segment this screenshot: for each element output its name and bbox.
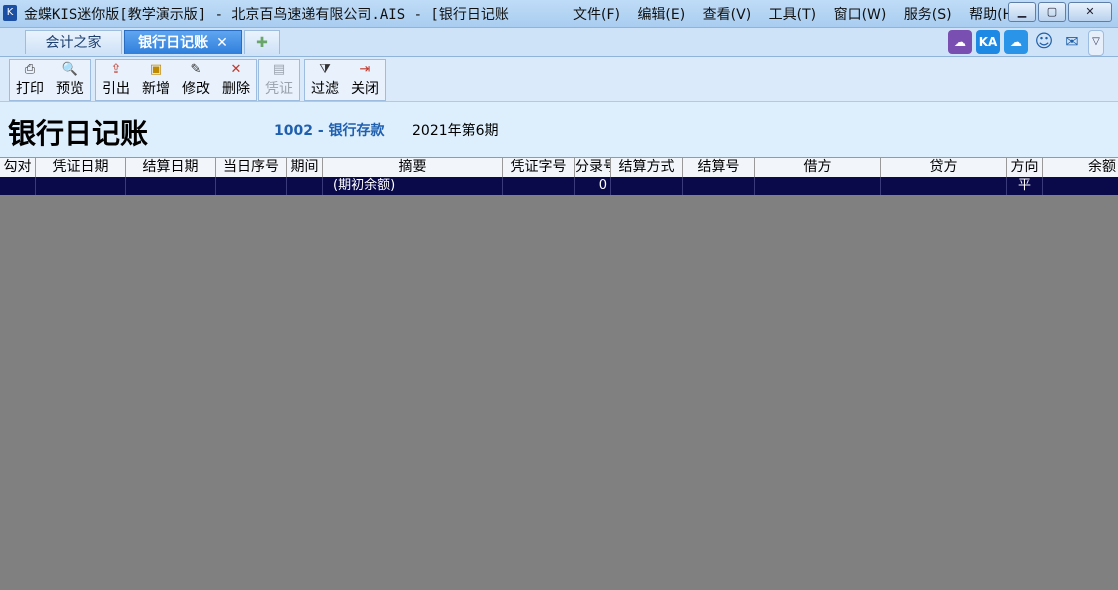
period-label: 2021年第6期 [412, 123, 499, 139]
tab-label: 会计之家 [45, 35, 102, 51]
column-header[interactable]: 结算方式 [611, 158, 683, 177]
column-header[interactable]: 借方 [755, 158, 881, 177]
table-cell[interactable] [755, 177, 881, 195]
menu-bar: 文件(F) 编辑(E) 查看(V) 工具(T) 窗口(W) 服务(S) 帮助(H… [573, 4, 1032, 24]
smiley-icon[interactable]: ☺ [1032, 30, 1056, 54]
title-bar: K 金蝶KIS迷你版[教学演示版] - 北京百鸟速递有限公司.AIS - [银行… [0, 0, 1118, 28]
minimize-icon[interactable]: ▁ [1008, 2, 1036, 22]
close-button[interactable]: ⇥ 关闭 [345, 60, 385, 100]
table-cell[interactable] [126, 177, 216, 195]
menu-edit[interactable]: 编辑(E) [637, 4, 685, 24]
preview-button[interactable]: 🔍 预览 [50, 60, 90, 100]
table-cell[interactable] [611, 177, 683, 195]
filter-button[interactable]: ⧩ 过滤 [305, 60, 345, 100]
delete-icon: ✕ [230, 62, 242, 77]
menu-service[interactable]: 服务(S) [904, 4, 952, 24]
menu-window[interactable]: 窗口(W) [834, 4, 887, 24]
add-button[interactable]: ▣ 新增 [136, 60, 176, 100]
column-header[interactable]: 期间 [287, 158, 323, 177]
voucher-button[interactable]: ▤ 凭证 [259, 60, 299, 100]
tab-bar: 会计之家 银行日记账 ✕ ✚ ☁ KA ☁ ☺ ✉ ▽ [0, 28, 1118, 57]
account-label: 1002 - 银行存款 [274, 123, 385, 139]
tab-close-icon[interactable]: ✕ [216, 35, 228, 51]
plus-icon: ✚ [256, 35, 268, 51]
toolbar-group-print: ⎙ 打印 🔍 预览 [9, 59, 91, 101]
table-cell[interactable] [503, 177, 575, 195]
tab-bank-journal[interactable]: 银行日记账 ✕ [124, 30, 242, 54]
table-cell[interactable]: (期初余额) [323, 177, 503, 195]
voucher-icon: ▤ [272, 62, 286, 77]
table-cell[interactable] [287, 177, 323, 195]
column-header[interactable]: 摘要 [323, 158, 503, 177]
column-header[interactable]: 凭证日期 [36, 158, 126, 177]
export-icon: ⇪ [110, 62, 122, 77]
column-header[interactable]: 方向 [1007, 158, 1043, 177]
menu-tools[interactable]: 工具(T) [769, 4, 816, 24]
toolbar-group-edit: ⇪ 引出 ▣ 新增 ✎ 修改 ✕ 删除 [95, 59, 257, 101]
delete-button[interactable]: ✕ 删除 [216, 60, 256, 100]
table-row[interactable]: (期初余额) 0 平 [0, 177, 1118, 195]
column-header[interactable]: 当日序号 [216, 158, 287, 177]
column-header[interactable]: 凭证字号 [503, 158, 575, 177]
kingdee-logo-icon[interactable]: K [3, 5, 17, 21]
column-header[interactable]: 结算号 [683, 158, 755, 177]
close-icon[interactable]: ✕ [1068, 2, 1112, 22]
column-header[interactable]: 分录号 [575, 158, 611, 177]
export-button[interactable]: ⇪ 引出 [96, 60, 136, 100]
menu-file[interactable]: 文件(F) [573, 4, 620, 24]
window-title: 金蝶KIS迷你版[教学演示版] - 北京百鸟速递有限公司.AIS - [银行日记… [24, 7, 509, 23]
dropdown-icon[interactable]: ▽ [1088, 30, 1104, 56]
maximize-icon[interactable]: ▢ [1038, 2, 1066, 22]
window-controls: ▁ ▢ ✕ [1008, 2, 1112, 22]
table-cell[interactable] [0, 177, 36, 195]
toolbar-group-filter: ⧩ 过滤 ⇥ 关闭 [304, 59, 386, 101]
table-cell[interactable] [36, 177, 126, 195]
tab-label: 银行日记账 [138, 35, 209, 51]
menu-view[interactable]: 查看(V) [703, 4, 752, 24]
edit-icon: ✎ [190, 62, 202, 77]
toolbar: ⎙ 打印 🔍 预览 ⇪ 引出 ▣ 新增 ✎ 修改 ✕ 删除 ▤ 凭证 ⧩ 过滤 ⇥ 关闭 [0, 57, 1118, 102]
toolbar-group-voucher: ▤ 凭证 [258, 59, 300, 101]
column-header[interactable]: 贷方 [881, 158, 1007, 177]
report-header: 银行日记账 1002 - 银行存款 2021年第6期 [0, 102, 1118, 157]
add-tab-button[interactable]: ✚ [244, 30, 280, 54]
table-cell[interactable]: 0 [575, 177, 611, 195]
message-icon[interactable]: ✉ [1060, 30, 1084, 54]
page-title: 银行日记账 [8, 117, 149, 150]
table-cell[interactable] [1043, 177, 1118, 195]
add-icon: ▣ [149, 62, 163, 77]
filter-icon: ⧩ [319, 62, 331, 77]
column-header[interactable]: 勾对 [0, 158, 36, 177]
tab-accounting-home[interactable]: 会计之家 [25, 30, 122, 54]
table-cell[interactable] [881, 177, 1007, 195]
table-cell[interactable] [216, 177, 287, 195]
cloud-app-icon[interactable]: ☁ [948, 30, 972, 54]
exit-icon: ⇥ [359, 62, 371, 77]
print-button[interactable]: ⎙ 打印 [10, 60, 50, 100]
column-header[interactable]: 余额 [1043, 158, 1118, 177]
tray-icons: ☁ KA ☁ ☺ ✉ ▽ [948, 30, 1104, 56]
ka-icon[interactable]: KA [976, 30, 1000, 54]
printer-icon: ⎙ [24, 62, 36, 77]
edit-button[interactable]: ✎ 修改 [176, 60, 216, 100]
column-header[interactable]: 结算日期 [126, 158, 216, 177]
cloud-service-icon[interactable]: ☁ [1004, 30, 1028, 54]
grid-header: 勾对 凭证日期 结算日期 当日序号 期间 摘要 凭证字号 分录号 结算方式 结算… [0, 157, 1118, 178]
preview-icon: 🔍 [61, 62, 79, 77]
table-cell[interactable] [683, 177, 755, 195]
table-cell[interactable]: 平 [1007, 177, 1043, 195]
